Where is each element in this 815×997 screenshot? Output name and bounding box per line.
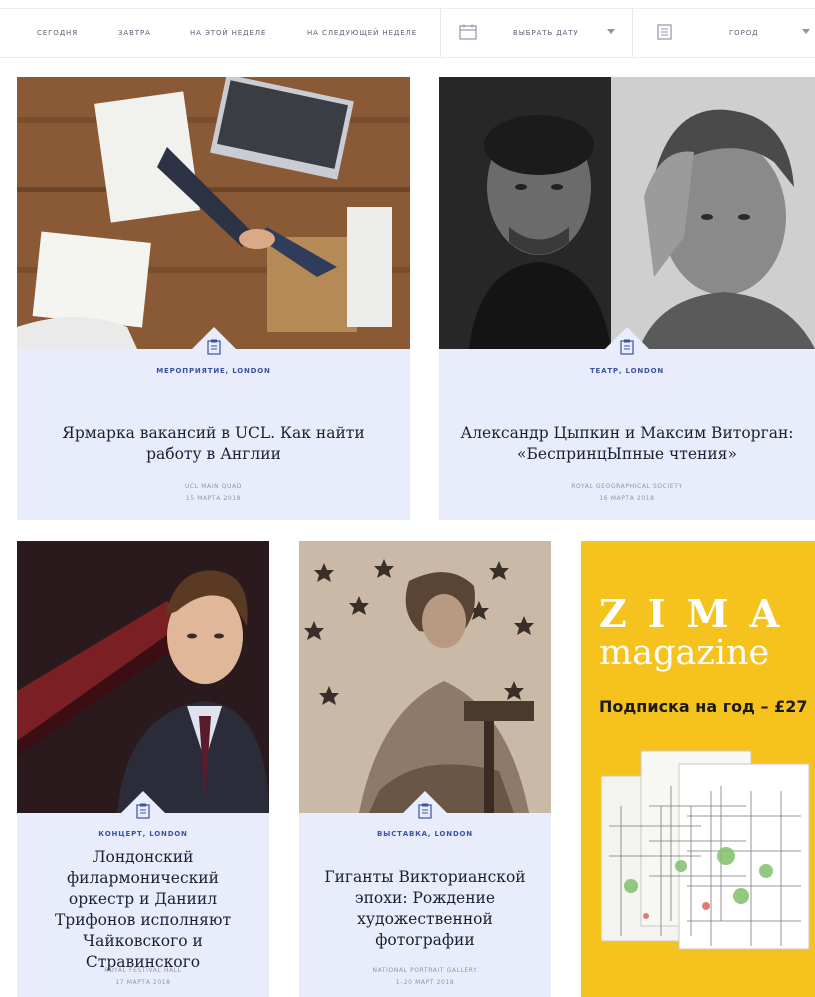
event-card-concert[interactable]: Концерт, London Лондонский филармоническ… — [17, 541, 269, 997]
filter-divider — [632, 9, 633, 57]
event-category: Концерт, London — [98, 830, 188, 838]
event-date: 1–20 март 2018 — [395, 979, 455, 986]
pick-date-dropdown[interactable]: Выбрать дату — [513, 9, 579, 57]
event-venue: Royal Geographical Society — [571, 483, 683, 490]
city-dropdown[interactable]: Город — [729, 9, 758, 57]
event-date: 17 марта 2018 — [115, 979, 171, 986]
newspaper-icon[interactable] — [656, 24, 674, 40]
filter-this-week[interactable]: На этой неделе — [190, 9, 266, 57]
zima-magazine-ad[interactable]: ZIMA magazine Подписка на год – £27 — [581, 541, 815, 997]
event-venue: Royal Festival Hall — [104, 967, 182, 974]
event-title[interactable]: Лондонский филармонический оркестр и Дан… — [41, 847, 245, 973]
chevron-down-icon[interactable] — [802, 29, 810, 34]
event-card-theatre[interactable]: Театр, London Александр Цыпкин и Максим … — [439, 77, 815, 520]
event-title[interactable]: Гиганты Викторианской эпохи: Рождение ху… — [321, 867, 529, 951]
event-photo-business — [17, 77, 410, 349]
magazine-stack-image — [601, 750, 810, 950]
filter-next-week[interactable]: На следующей неделе — [307, 9, 417, 57]
event-category: Театр, London — [589, 367, 664, 375]
event-photo-pianist — [17, 541, 269, 813]
ad-brand-sub: magazine — [599, 633, 770, 673]
event-photo-actors — [439, 77, 815, 349]
event-card-ucl[interactable]: Мероприятие, London Ярмарка вакансий в U… — [17, 77, 410, 520]
filter-tomorrow[interactable]: Завтра — [118, 9, 151, 57]
event-list-icon — [418, 803, 432, 819]
event-list-icon — [620, 339, 634, 355]
event-photo-victorian — [299, 541, 551, 813]
event-date: 16 марта 2018 — [599, 495, 655, 502]
filter-today[interactable]: Сегодня — [37, 9, 78, 57]
event-title[interactable]: Ярмарка вакансий в UCL. Как найти работу… — [37, 423, 390, 465]
calendar-icon[interactable] — [459, 24, 477, 40]
ad-offer: Подписка на год – £27 — [599, 697, 808, 716]
event-category: Выставка, London — [377, 830, 473, 838]
date-filter-bar: Сегодня Завтра На этой неделе На следующ… — [0, 8, 815, 58]
event-venue: National Portrait Gallery — [372, 967, 478, 974]
filter-divider — [440, 9, 441, 57]
event-category: Мероприятие, London — [156, 367, 271, 375]
event-card-exhibition[interactable]: Выставка, London Гиганты Викторианской э… — [299, 541, 551, 997]
event-date: 15 марта 2018 — [185, 495, 242, 502]
event-list-icon — [136, 803, 150, 819]
event-venue: UCL Main Quad — [185, 483, 242, 490]
chevron-down-icon[interactable] — [607, 29, 615, 34]
ad-brand: ZIMA — [599, 591, 801, 636]
event-title[interactable]: Александр Цыпкин и Максим Виторган: «Бес… — [453, 423, 801, 465]
event-list-icon — [206, 339, 221, 355]
